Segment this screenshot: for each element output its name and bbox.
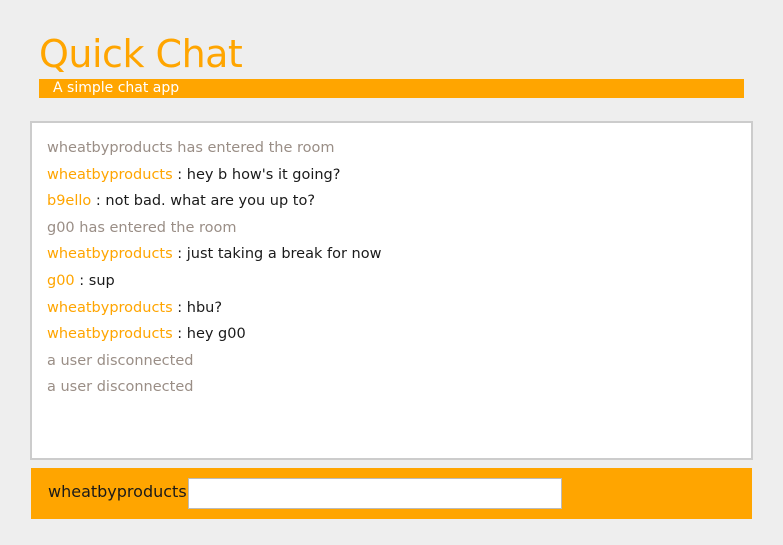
chat-message: wheatbyproducts : hey b how's it going? <box>47 162 381 189</box>
message-text: : hey g00 <box>172 326 246 343</box>
header: Quick Chat A simple chat app <box>39 32 744 98</box>
current-username: wheatbyproducts <box>48 482 187 501</box>
message-username: b9ello <box>47 193 92 210</box>
app-title: Quick Chat <box>39 32 243 76</box>
message-text: : hbu? <box>172 299 223 316</box>
chat-message: wheatbyproducts : hbu? <box>47 295 381 322</box>
message-username: wheatbyproducts <box>47 166 173 183</box>
message-username: wheatbyproducts <box>47 326 173 343</box>
app-subtitle: A simple chat app <box>39 79 744 98</box>
message-text: : just taking a break for now <box>172 246 382 263</box>
message-username: g00 <box>47 272 75 289</box>
system-message-text: a user disconnected <box>47 379 194 396</box>
system-message-text: g00 has entered the room <box>47 219 237 236</box>
chat-log[interactable]: wheatbyproducts has entered the room whe… <box>30 121 753 460</box>
system-message-text: wheatbyproducts has entered the room <box>47 140 335 156</box>
message-username: wheatbyproducts <box>47 299 173 316</box>
system-message-text: a user disconnected <box>47 352 194 369</box>
message-username: wheatbyproducts <box>47 246 173 263</box>
message-input[interactable] <box>188 478 562 509</box>
chat-message: wheatbyproducts : just taking a break fo… <box>47 241 381 268</box>
chat-message: b9ello : not bad. what are you up to? <box>47 188 381 215</box>
message-list: wheatbyproducts has entered the room whe… <box>47 135 381 401</box>
system-message: g00 has entered the room <box>47 215 381 242</box>
message-text: : not bad. what are you up to? <box>91 193 316 210</box>
message-composer: wheatbyproducts <box>31 468 752 519</box>
chat-message: wheatbyproducts : hey g00 <box>47 321 381 348</box>
message-text: : hey b how's it going? <box>172 166 341 183</box>
system-message: a user disconnected <box>47 374 381 401</box>
system-message: a user disconnected <box>47 348 381 375</box>
chat-message: g00 : sup <box>47 268 381 295</box>
message-text: : sup <box>74 272 115 289</box>
system-message: wheatbyproducts has entered the room <box>47 135 381 162</box>
